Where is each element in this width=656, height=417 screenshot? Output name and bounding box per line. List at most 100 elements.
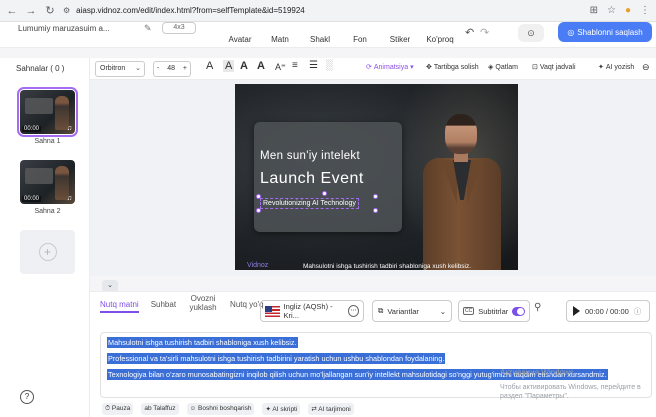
tab-no-speech[interactable]: Nutq yo'q — [230, 300, 264, 313]
address-bar[interactable]: ⚙ aiasp.vidnoz.com/edit/index.html?from=s… — [63, 6, 583, 15]
text-color-icon[interactable]: A — [206, 60, 213, 72]
ai-script-button[interactable]: ✦ AI skripti — [262, 403, 301, 415]
menu-shape[interactable]: Shakl — [300, 28, 340, 44]
tab-dialogue[interactable]: Suhbat — [151, 300, 176, 313]
resize-handle[interactable] — [256, 194, 261, 199]
script-tabs: Nutq matni Suhbat Ovozni yuklash Nutq yo… — [100, 294, 264, 313]
undo-icon[interactable]: ↶ — [465, 26, 474, 39]
layers-button[interactable]: ◈ Qatlam — [488, 63, 518, 72]
extension-icon[interactable]: ● — [625, 5, 631, 16]
pronunciation-button[interactable]: ab Talaffuz — [141, 403, 179, 415]
help-button[interactable]: ⊙ — [518, 24, 544, 42]
subtitle-label: Subtitrlar — [478, 306, 509, 316]
pause-button[interactable]: ⏱ Pauza — [102, 403, 134, 415]
menu-text[interactable]: Matn — [260, 28, 300, 44]
scene-thumbnail-1[interactable]: 00:00 ♫ — [17, 87, 78, 137]
cc-icon: CC — [463, 307, 475, 315]
script-line-2[interactable]: Professional va ta'sirli mahsulotni ishg… — [107, 353, 645, 364]
variants-label: Variantlar — [387, 306, 419, 316]
bookmark-star-icon[interactable]: ☆ — [607, 5, 616, 16]
script-line-1[interactable]: Mahsulotni ishga tushirish tadbiri shabl… — [107, 337, 645, 348]
font-size-stepper[interactable]: - 48 + — [153, 61, 191, 77]
outline-icon[interactable]: A — [257, 60, 265, 72]
project-name[interactable]: Lumumiy maruzasuim a... — [18, 24, 110, 33]
ai-translator-button[interactable]: ⇄ AI tarjimoni — [308, 403, 354, 415]
element-menu: Avatar Matn Shakl Fon Stiker Ko'proq — [220, 28, 460, 44]
ai-translator-label: AI tarjimoni — [318, 406, 351, 413]
edit-name-icon[interactable]: ✎ — [144, 23, 152, 34]
more-icon[interactable]: ⋯ — [347, 305, 359, 317]
help-icon[interactable]: ? — [20, 390, 34, 404]
menu-background[interactable]: Fon — [340, 28, 380, 44]
info-icon[interactable]: ⓘ — [634, 306, 642, 317]
menu-avatar[interactable]: Avatar — [220, 28, 260, 44]
translate-icon[interactable]: ⊞ — [590, 5, 598, 16]
plus-icon: + — [38, 243, 57, 261]
size-plus[interactable]: + — [183, 62, 187, 76]
scene-thumbnail-2[interactable]: 00:00 ♫ — [20, 160, 75, 204]
play-time: 00:00 / 00:00 — [585, 306, 629, 316]
head-control-button[interactable]: ☺ Boshni boshqarish — [186, 403, 255, 415]
align-icon[interactable]: ≡ — [292, 60, 298, 71]
scene-label-2: Sahna 2 — [34, 208, 61, 215]
size-value[interactable]: 48 — [167, 62, 175, 76]
resize-handle[interactable] — [373, 194, 378, 199]
pause-label: Pauza — [111, 405, 131, 412]
variants-select[interactable]: ⧉ Variantlar ⌄ — [372, 300, 452, 322]
thumb-title-card — [25, 98, 53, 114]
transparency-icon[interactable]: ░ — [326, 60, 333, 71]
reload-icon[interactable]: ↻ — [44, 5, 56, 17]
subtitle-switch[interactable] — [512, 306, 525, 316]
menu-sticker[interactable]: Stiker — [380, 28, 420, 44]
arrange-button[interactable]: ✥ Tartibga solish — [426, 63, 479, 72]
menu-more[interactable]: Ko'proq — [420, 28, 460, 44]
text-effect-icon[interactable]: A⁼ — [275, 62, 286, 73]
preview-player[interactable]: 00:00 / 00:00 ⓘ — [566, 300, 650, 322]
subtitle-toggle[interactable]: CC Subtitrlar — [458, 300, 530, 322]
sparkle-icon: ✦ — [598, 64, 604, 71]
back-icon[interactable]: ← — [6, 5, 18, 17]
timeline-label: Vaqt jadvali — [539, 63, 576, 71]
title-card[interactable]: Men sun'iy intelekt Launch Event Revolut… — [254, 122, 402, 232]
title-line-3[interactable]: Revolutionizing AI Technology — [260, 198, 359, 209]
text-bg-icon[interactable]: A — [223, 60, 235, 72]
ai-write-label: AI yozish — [605, 63, 635, 71]
ai-write-button[interactable]: ✦ AI yozish — [598, 63, 635, 72]
sliders-icon: ⧉ — [378, 306, 384, 315]
layers-icon: ◈ — [488, 64, 494, 71]
bold-icon[interactable]: A — [240, 60, 248, 72]
play-icon[interactable] — [573, 306, 580, 316]
video-preview[interactable]: Men sun'iy intelekt Launch Event Revolut… — [235, 84, 518, 270]
head-control-label: Boshni boshqarish — [198, 405, 252, 412]
title-line-1[interactable]: Men sun'iy intelekt — [260, 150, 360, 162]
font-select[interactable]: Orbitron ⌄ — [95, 61, 145, 77]
title-line-2[interactable]: Launch Event — [260, 170, 364, 188]
line-spacing-icon[interactable]: ☰ — [309, 60, 318, 71]
avatar-presenter[interactable] — [423, 114, 501, 270]
menu-dots-icon[interactable]: ⋮ — [640, 5, 650, 16]
add-scene-button[interactable]: + — [20, 230, 75, 274]
timeline-icon: ⊡ — [532, 64, 538, 71]
redo-icon[interactable]: ↷ — [480, 26, 489, 39]
avatar-head — [445, 114, 477, 154]
voice-select[interactable]: Ingliz (AQSh) - Kri... ⋯ — [260, 300, 364, 322]
timeline-button[interactable]: ⊡ Vaqt jadvali — [532, 63, 576, 72]
tab-upload-voice[interactable]: Ovozni yuklash — [188, 294, 218, 313]
save-icon: ◎ — [567, 27, 575, 37]
more-options-icon[interactable]: ⊖ — [642, 62, 650, 73]
chevron-down-icon: ⌄ — [135, 65, 141, 72]
resize-handle[interactable] — [322, 191, 327, 196]
script-line-text: Mahsulotni ishga tushirish tadbiri shabl… — [107, 337, 298, 348]
aspect-ratio-pill[interactable]: 4x3 — [162, 22, 196, 34]
canvas-area: Men sun'iy intelekt Launch Event Revolut… — [90, 80, 656, 292]
size-minus[interactable]: - — [157, 62, 159, 76]
forward-icon[interactable]: → — [25, 5, 37, 17]
resize-handle[interactable] — [256, 208, 261, 213]
resize-handle[interactable] — [373, 208, 378, 213]
site-info-icon[interactable]: ⚙ — [63, 6, 70, 15]
animation-label: Animatsiya — [373, 63, 409, 71]
tab-speech-text[interactable]: Nutq matni — [100, 300, 139, 313]
animation-button[interactable]: ⟳ Animatsiya ▾ — [366, 63, 414, 72]
save-template-button[interactable]: ◎ Shablonni saqlash — [558, 22, 652, 42]
pin-icon[interactable]: ⚲ — [534, 302, 541, 313]
